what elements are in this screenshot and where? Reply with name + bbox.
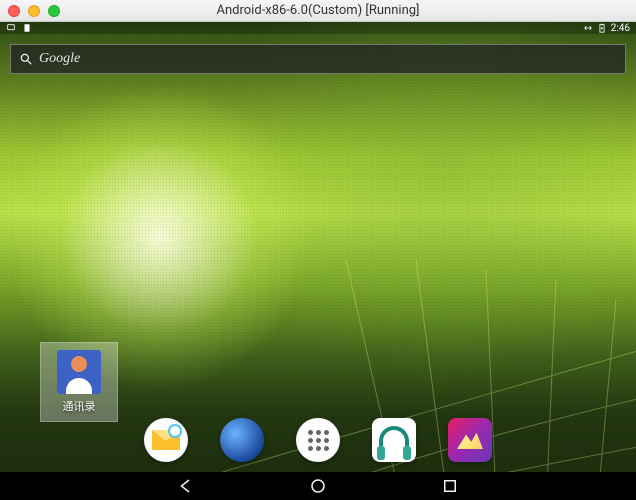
close-window-button[interactable] xyxy=(8,5,20,17)
ethernet-icon xyxy=(583,23,593,33)
traffic-lights xyxy=(8,5,60,17)
app-drawer-button[interactable] xyxy=(296,418,340,462)
search-placeholder: Google xyxy=(39,51,80,67)
recent-icon xyxy=(441,477,459,495)
search-icon xyxy=(19,52,33,66)
android-screen: 2:46 Google 通讯录 xyxy=(0,22,636,500)
window-title: Android-x86-6.0(Custom) [Running] xyxy=(0,3,636,18)
headphones-icon xyxy=(379,426,409,454)
apps-icon xyxy=(308,430,329,451)
android-navbar xyxy=(0,472,636,500)
zoom-window-button[interactable] xyxy=(48,5,60,17)
home-button[interactable] xyxy=(307,475,329,497)
back-icon xyxy=(177,477,195,495)
browser-app[interactable] xyxy=(220,418,264,462)
clock: 2:46 xyxy=(611,23,630,34)
gallery-icon xyxy=(457,431,483,449)
notification-icon xyxy=(6,23,16,33)
home-icon xyxy=(309,477,327,495)
dock xyxy=(0,412,636,468)
minimize-window-button[interactable] xyxy=(28,5,40,17)
back-button[interactable] xyxy=(175,475,197,497)
android-statusbar[interactable]: 2:46 xyxy=(0,22,636,34)
battery-icon xyxy=(597,23,607,33)
mail-app[interactable] xyxy=(144,418,188,462)
google-search-widget[interactable]: Google xyxy=(10,44,626,74)
mac-titlebar: Android-x86-6.0(Custom) [Running] xyxy=(0,0,636,22)
recent-button[interactable] xyxy=(439,475,461,497)
mail-at-icon xyxy=(168,424,182,438)
contacts-app-shortcut[interactable]: 通讯录 xyxy=(40,342,118,422)
contacts-icon xyxy=(57,350,101,394)
gallery-app[interactable] xyxy=(448,418,492,462)
music-app[interactable] xyxy=(372,418,416,462)
storage-icon xyxy=(22,23,32,33)
